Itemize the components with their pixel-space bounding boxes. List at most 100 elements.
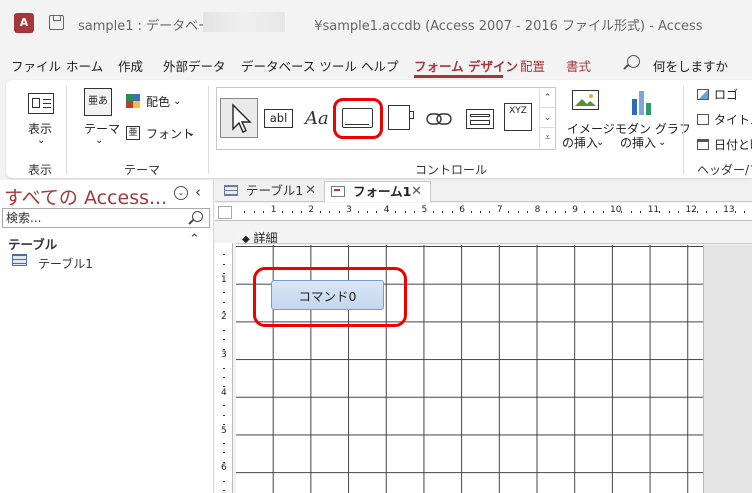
ruler-tick [442, 211, 444, 213]
active-tab-indicator [414, 75, 503, 78]
tab-create[interactable]: 作成 [118, 56, 143, 75]
ruler-tick [263, 211, 265, 213]
ruler-tick [432, 211, 434, 213]
doc-tab-label: フォーム1 [353, 184, 412, 199]
view-icon [28, 93, 54, 114]
vruler-tick [223, 424, 225, 426]
ruler-mark: 11 [647, 205, 660, 215]
logo-button[interactable]: ロゴ [714, 88, 738, 102]
nav-section-tables[interactable]: テーブル [8, 234, 57, 253]
colors-button[interactable]: 配色 [146, 95, 170, 109]
access-icon[interactable]: A [14, 13, 34, 33]
group-controls-label: コントロール [415, 163, 488, 177]
ruler-tick [329, 211, 331, 213]
ruler-tick [489, 211, 491, 213]
web-browser-tool[interactable] [466, 109, 494, 129]
tab-file[interactable]: ファイル [11, 56, 61, 75]
ruler-tick [668, 211, 670, 213]
tab-home[interactable]: ホーム [66, 56, 103, 75]
title-button[interactable]: タイトル [714, 113, 752, 127]
palette-icon [126, 94, 140, 108]
group-theme-label: テーマ [124, 163, 161, 177]
ruler-tick [357, 211, 359, 213]
picture-icon [575, 94, 596, 106]
ruler-tick [564, 211, 566, 213]
textbox-tool[interactable]: abl [264, 109, 293, 128]
vruler-tick [223, 405, 225, 407]
close-icon[interactable]: ✕ [305, 181, 316, 201]
vruler-tick [223, 339, 225, 341]
ruler-tick [583, 211, 585, 213]
vruler-mark: 2 [221, 312, 227, 323]
ruler-tick [677, 211, 679, 213]
label-tool[interactable]: Aa [305, 108, 329, 129]
tab-arrange[interactable]: 配置 [520, 56, 545, 75]
vruler-tick [223, 301, 225, 303]
save-icon[interactable] [49, 15, 64, 30]
image-insert-icon[interactable] [572, 90, 599, 110]
chevron-up-icon[interactable]: ⌃ [189, 232, 200, 247]
image-insert-button[interactable]: イメージ [567, 122, 615, 136]
window-title: sample1 : データベース- ¥sample1.accdb (Access … [78, 19, 703, 34]
hyperlink-tool[interactable] [425, 109, 455, 129]
table-icon [12, 254, 27, 266]
chevron-down-icon[interactable]: ⌄ [540, 109, 555, 128]
tab-form-design[interactable]: フォーム デザイン [414, 56, 518, 75]
theme-icon[interactable]: 亜あ [84, 88, 112, 116]
gallery-scrollbar[interactable]: ⌃ ⌄ ⩡ [539, 89, 555, 148]
select-pointer-tool[interactable] [220, 98, 258, 138]
vruler-tick [223, 386, 225, 388]
ruler-tick [366, 211, 368, 213]
ruler-tick [640, 211, 642, 213]
tab-format[interactable]: 書式 [566, 56, 591, 75]
ruler-tick [470, 211, 472, 213]
tab-external-data[interactable]: 外部データ [163, 56, 226, 75]
datetime-button[interactable]: 日付と時 [714, 138, 752, 152]
gallery-expand-icon[interactable]: ⩡ [540, 129, 555, 148]
vruler-tick [223, 376, 225, 378]
vruler-mark: 6 [221, 463, 227, 474]
close-icon[interactable]: ✕ [411, 182, 422, 202]
nav-pane-title[interactable]: すべての Access... [4, 183, 167, 210]
vruler-tick [223, 490, 225, 492]
table-icon [224, 185, 238, 196]
form-selector[interactable] [218, 206, 232, 219]
detail-section-bar[interactable] [236, 228, 752, 244]
search-icon[interactable] [627, 55, 640, 68]
search-icon[interactable] [192, 211, 203, 222]
tab-database-tools[interactable]: データベース ツール [241, 56, 357, 75]
chevron-down-icon: ⌄ [37, 135, 46, 146]
chevron-down-icon[interactable]: ⌄ [174, 186, 188, 200]
chevron-up-icon[interactable]: ⌃ [540, 89, 555, 108]
modern-chart-label2: の挿入 [620, 136, 657, 150]
modern-chart-button[interactable]: モダン グラフ [615, 122, 691, 136]
ruler-tick [527, 211, 529, 213]
ruler-tick [300, 211, 302, 213]
doc-tab-form1[interactable]: フォーム1 ✕ [324, 181, 431, 202]
ruler-mark: 6 [459, 205, 465, 215]
group-divider [208, 86, 209, 174]
ruler-mark: 12 [685, 205, 697, 215]
chevron-down-icon: ⌄ [596, 137, 605, 148]
ruler-tick [338, 211, 340, 213]
chart-icon[interactable] [628, 87, 658, 117]
vruler-tick [223, 461, 225, 463]
combo-glyph: XYZ [509, 106, 527, 116]
nav-item-label: テーブル1 [38, 257, 93, 271]
ruler-tick [743, 211, 745, 213]
tab-control-tool[interactable] [388, 105, 414, 130]
ruler-tick [621, 211, 623, 213]
textbox-glyph: abl [269, 111, 288, 125]
combo-box-tool[interactable]: XYZ [504, 103, 532, 131]
doc-tab-table1[interactable]: テーブル1 ✕ [218, 181, 324, 202]
tell-me-box[interactable]: 何をしますか [653, 56, 728, 75]
tab-help[interactable]: ヘルプ [361, 56, 399, 75]
chevron-down-icon: ⌄ [658, 137, 667, 148]
collapse-pane-icon[interactable]: ‹ [195, 183, 201, 201]
vruler-mark: 4 [221, 387, 227, 398]
ruler-tick [253, 211, 255, 213]
nav-search-input[interactable] [2, 208, 210, 228]
vruler-mark: 1 [221, 274, 227, 285]
bar-chart-icon [632, 91, 651, 115]
image-insert-label2: の挿入 [562, 136, 599, 150]
